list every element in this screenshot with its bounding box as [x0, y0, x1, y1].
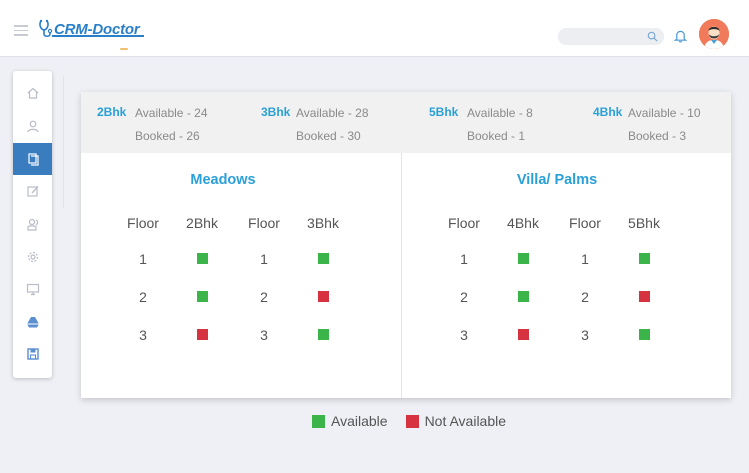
sidebar-item-home[interactable] [13, 77, 52, 109]
status-available[interactable] [639, 329, 650, 340]
panel-villa-palms: Villa/ Palms Floor 4Bhk Floor 5Bhk 1 1 2 2 3… [401, 153, 721, 398]
floor-number: 2 [260, 289, 268, 305]
user-icon [26, 120, 39, 133]
summary-available: Available - 10 [628, 106, 701, 120]
bell-icon[interactable] [674, 29, 687, 43]
status-available[interactable] [639, 253, 650, 264]
floor-number: 3 [460, 327, 468, 343]
summary-type: 2Bhk [97, 105, 127, 119]
column-header: 4Bhk [507, 215, 539, 231]
save-icon [26, 348, 39, 360]
status-available[interactable] [197, 291, 208, 302]
summary-booked: Booked - 26 [135, 129, 200, 143]
column-header: Floor [248, 215, 280, 231]
status-available[interactable] [518, 253, 529, 264]
availability-card: 2Bhk Available - 24 Booked - 26 3Bhk Ava… [81, 92, 731, 398]
legend-swatch-not-available [405, 414, 419, 428]
summary-available: Available - 8 [467, 106, 533, 120]
settings-icon [27, 251, 38, 263]
column-header: 3Bhk [307, 215, 339, 231]
summary-type: 5Bhk [429, 105, 459, 119]
logo-underline [52, 35, 144, 37]
column-header: Floor [569, 215, 601, 231]
summary-booked: Booked - 3 [628, 129, 687, 143]
status-available[interactable] [318, 329, 329, 340]
sidebar-item-save[interactable] [13, 338, 52, 370]
summary-type: 4Bhk [593, 105, 623, 119]
monitor-icon [26, 283, 39, 296]
legend-item-available: Available [312, 413, 388, 429]
summary-available: Available - 28 [296, 106, 369, 120]
column-header: 5Bhk [628, 215, 660, 231]
status-available[interactable] [197, 253, 208, 264]
top-bar: CRM-Doctor [0, 0, 749, 57]
column-header: Floor [448, 215, 480, 231]
sidebar-item-profile[interactable] [13, 110, 52, 142]
floor-number: 2 [139, 289, 147, 305]
summary-type: 3Bhk [261, 105, 291, 119]
panel-title: Villa/ Palms [516, 172, 598, 188]
sidebar [13, 71, 52, 378]
floor-number: 1 [581, 251, 589, 267]
sidebar-item-monitor[interactable] [13, 273, 52, 305]
users-icon [26, 218, 38, 231]
column-header: Floor [127, 215, 159, 231]
documents-icon [27, 153, 39, 166]
summary-bar: 2Bhk Available - 24 Booked - 26 3Bhk Ava… [81, 92, 731, 153]
floor-number: 1 [260, 251, 268, 267]
legend-label: Not Available [424, 413, 507, 429]
edit-icon [26, 186, 38, 197]
panel-meadows: Meadows Floor 2Bhk Floor 3Bhk 1 1 2 2 3 3 [81, 153, 401, 398]
logo[interactable]: CRM-Doctor [38, 17, 140, 41]
stethoscope-icon [39, 19, 53, 38]
floor-number: 3 [581, 327, 589, 343]
status-available[interactable] [318, 253, 329, 264]
floor-number: 1 [139, 251, 147, 267]
floor-number: 1 [460, 251, 468, 267]
legend: Available Not Available [312, 413, 524, 429]
sidebar-item-drive[interactable] [13, 306, 52, 338]
sidebar-divider [63, 76, 64, 208]
floor-number: 3 [260, 327, 268, 343]
legend-item-not-available: Not Available [405, 413, 507, 429]
legend-label: Available [331, 413, 388, 429]
status-available[interactable] [518, 291, 529, 302]
drive-icon [26, 317, 39, 328]
column-header: 2Bhk [186, 215, 218, 231]
floor-number: 3 [139, 327, 147, 343]
panel-title: Meadows [190, 172, 256, 188]
status-not-available[interactable] [318, 291, 329, 302]
user-avatar-icon [699, 19, 729, 49]
sidebar-item-settings[interactable] [13, 241, 52, 273]
sidebar-item-users[interactable] [13, 208, 52, 240]
avatar[interactable] [699, 19, 729, 49]
sidebar-item-edit[interactable] [13, 175, 52, 207]
summary-booked: Booked - 1 [467, 129, 526, 143]
search-input[interactable] [558, 28, 664, 45]
status-not-available[interactable] [639, 291, 650, 302]
home-icon [27, 87, 38, 99]
status-not-available[interactable] [197, 329, 208, 340]
floor-number: 2 [581, 289, 589, 305]
menu-icon[interactable] [14, 25, 28, 36]
search-icon[interactable] [647, 31, 658, 42]
sidebar-item-documents[interactable] [13, 143, 52, 175]
legend-swatch-available [312, 414, 325, 428]
status-not-available[interactable] [518, 329, 529, 340]
summary-booked: Booked - 30 [296, 129, 361, 143]
summary-available: Available - 24 [135, 106, 208, 120]
floor-number: 2 [460, 289, 468, 305]
logo-accent [120, 48, 128, 50]
